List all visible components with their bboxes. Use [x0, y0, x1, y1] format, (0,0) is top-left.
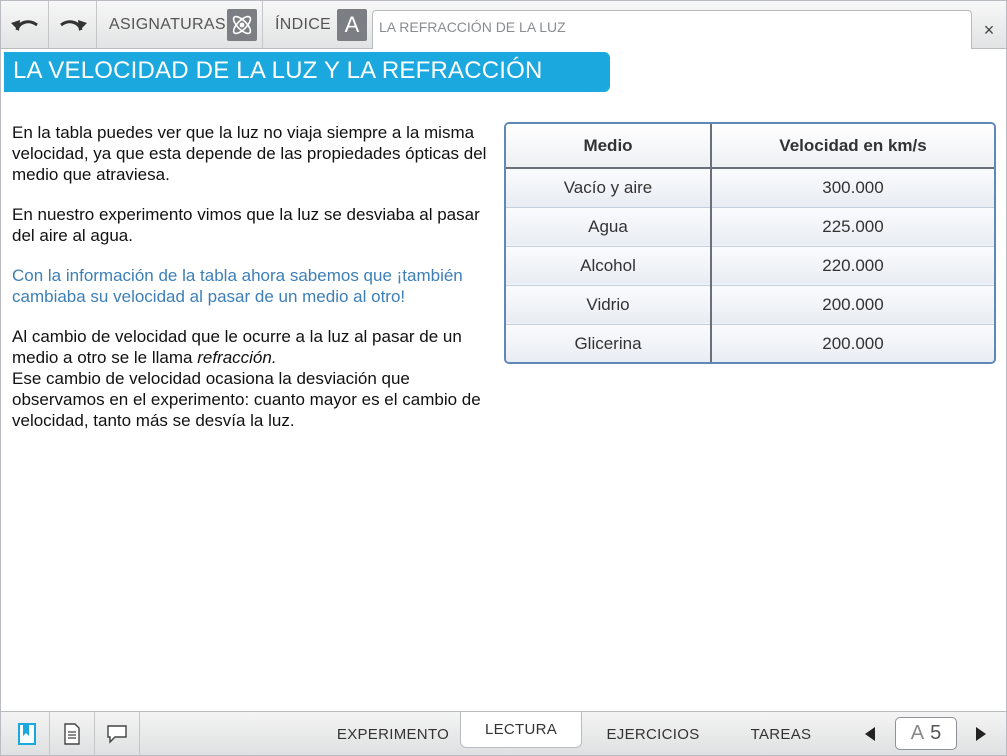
reading-text: En la tabla puedes ver que la luz no via…: [12, 122, 498, 450]
page-letter: A: [910, 722, 925, 744]
atom-icon: [232, 15, 252, 35]
page-title-text: LA VELOCIDAD DE LA LUZ Y LA REFRACCIÓN: [13, 57, 543, 84]
index-button[interactable]: A: [337, 9, 367, 41]
page-number: 5: [930, 722, 942, 744]
bookmark-icon: [18, 723, 36, 745]
comment-icon: [107, 725, 127, 744]
highlight-paragraph: Con la información de la tabla ahora sab…: [12, 266, 463, 306]
document-tab-title: LA REFRACCIÓN DE LA LUZ: [379, 19, 566, 35]
notes-button[interactable]: [50, 712, 95, 756]
next-page-button[interactable]: [971, 724, 991, 744]
close-icon: ×: [983, 19, 995, 40]
prev-arrow-icon: [865, 727, 875, 741]
page-indicator[interactable]: A 5: [895, 717, 957, 750]
tab-experimento[interactable]: EXPERIMENTO: [335, 712, 451, 756]
column-header-medium: Medio: [506, 124, 712, 169]
table-cell-medium: Alcohol: [506, 245, 712, 285]
tab-ejercicios-label: EJERCICIOS: [606, 725, 700, 743]
close-button[interactable]: ×: [973, 13, 1005, 47]
table-header-row: Medio Velocidad en km/s: [506, 124, 994, 169]
table-cell-speed: 300.000: [711, 167, 994, 207]
page-title: LA VELOCIDAD DE LA LUZ Y LA REFRACCIÓN: [4, 52, 610, 92]
column-header-speed: Velocidad en km/s: [711, 124, 994, 169]
speed-table-grid: Medio Velocidad en km/s Vacío y aire 300…: [506, 124, 994, 362]
next-arrow-icon: [976, 727, 986, 741]
subjects-label: ASIGNATURAS: [109, 15, 226, 33]
paragraph: Al cambio de velocidad que le ocurre a l…: [12, 326, 498, 368]
document-tab[interactable]: LA REFRACCIÓN DE LA LUZ: [372, 10, 972, 49]
table-row: Vacío y aire 300.000: [506, 167, 994, 207]
tab-ejercicios[interactable]: EJERCICIOS: [597, 712, 709, 756]
index-label: ÍNDICE: [275, 15, 332, 33]
undo-icon: [10, 19, 38, 31]
notes-icon: [64, 723, 80, 745]
toolbar-divider: [262, 1, 263, 48]
undo-button[interactable]: [1, 1, 49, 48]
table-cell-medium: Glicerina: [506, 323, 712, 362]
refraction-term: refracción.: [197, 348, 277, 367]
comment-button[interactable]: [95, 712, 140, 756]
subjects-button[interactable]: [227, 9, 257, 41]
paragraph: En la tabla puedes ver que la luz no via…: [12, 123, 487, 184]
tab-lectura-label: LECTURA: [484, 721, 558, 738]
redo-button[interactable]: [49, 1, 97, 48]
tab-experimento-label: EXPERIMENTO: [336, 725, 450, 743]
table-cell-medium: Vacío y aire: [506, 167, 712, 207]
index-link[interactable]: ÍNDICE: [275, 1, 331, 48]
paragraph: Ese cambio de velocidad ocasiona la desv…: [12, 369, 481, 430]
table-row: Glicerina 200.000: [506, 323, 994, 362]
tab-tareas[interactable]: TAREAS: [741, 712, 821, 756]
tab-lectura[interactable]: LECTURA: [460, 712, 582, 748]
tab-tareas-label: TAREAS: [750, 725, 812, 743]
bottom-toolbar: EXPERIMENTO LECTURA EJERCICIOS TAREAS A …: [1, 711, 1006, 756]
speed-table: Medio Velocidad en km/s Vacío y aire 300…: [504, 122, 996, 364]
table-row: Alcohol 220.000: [506, 245, 994, 285]
top-toolbar: ASIGNATURAS ÍNDICE A LA REFRACCIÓN DE LA…: [1, 1, 1006, 49]
table-cell-speed: 200.000: [711, 284, 994, 324]
table-cell-medium: Vidrio: [506, 284, 712, 324]
index-letter: A: [344, 12, 360, 37]
table-cell-speed: 200.000: [711, 323, 994, 362]
table-row: Vidrio 200.000: [506, 284, 994, 324]
table-cell-speed: 225.000: [711, 206, 994, 246]
table-row: Agua 225.000: [506, 206, 994, 246]
table-cell-speed: 220.000: [711, 245, 994, 285]
paragraph: En nuestro experimento vimos que la luz …: [12, 205, 480, 245]
subjects-link[interactable]: ASIGNATURAS: [109, 1, 226, 48]
redo-icon: [59, 19, 87, 31]
bookmark-button[interactable]: [5, 712, 50, 756]
prev-page-button[interactable]: [860, 724, 880, 744]
table-cell-medium: Agua: [506, 206, 712, 246]
